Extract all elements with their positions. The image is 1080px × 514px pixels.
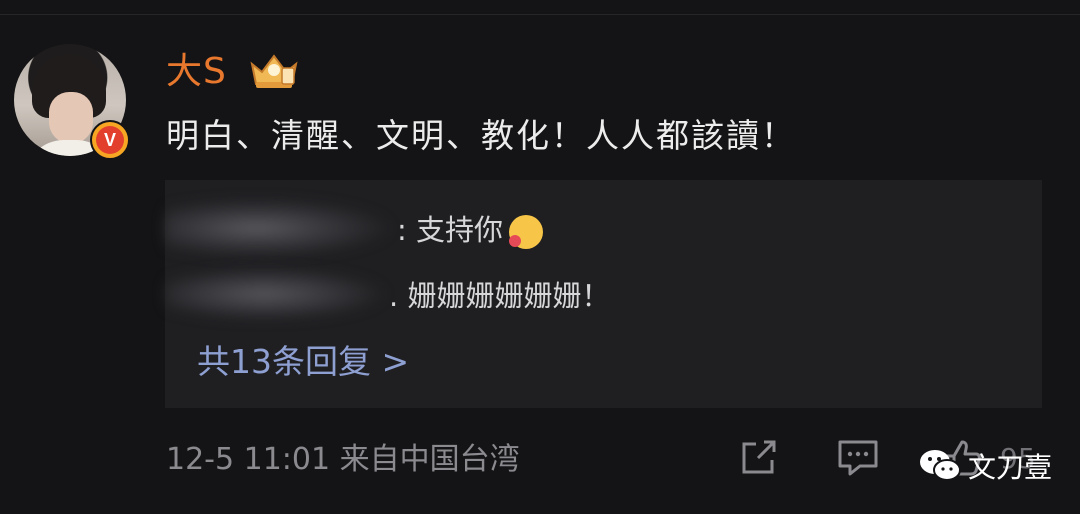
username[interactable]: 大S [166, 50, 227, 94]
timestamp: 12-5 11:01 [166, 442, 331, 477]
verified-icon: V [90, 120, 130, 160]
blurred-username-1 [165, 198, 395, 258]
comment-text: 明白、清醒、文明、教化！人人都該讀！ [166, 116, 796, 155]
reply-text: : 支持你 [397, 213, 503, 247]
share-icon[interactable] [736, 436, 780, 480]
more-replies-link[interactable]: 共13条回复 > [197, 340, 409, 384]
reply-item[interactable]: . 姗姗姗姗姗姗！ [389, 276, 610, 316]
avatar-face [49, 92, 93, 144]
top-divider [0, 14, 1080, 15]
hug-emoji-icon [509, 215, 543, 249]
source-location: 来自中国台湾 [339, 442, 520, 477]
blurred-username-2 [165, 268, 385, 320]
reply-box[interactable]: : 支持你 . 姗姗姗姗姗姗！ 共13条回复 > [165, 180, 1042, 408]
verified-badge-letter: V [96, 126, 124, 154]
watermark-text: 文刀壹 [968, 451, 1053, 484]
watermark: 文刀壹 [918, 446, 1052, 486]
crown-badge-icon [250, 54, 298, 88]
comment-meta: 12-5 11:01 来自中国台湾 [166, 440, 520, 480]
wechat-icon [920, 450, 961, 481]
reply-item[interactable]: : 支持你 [397, 210, 543, 250]
comment-icon[interactable] [836, 436, 880, 480]
reply-text: . 姗姗姗姗姗姗！ [389, 279, 611, 313]
